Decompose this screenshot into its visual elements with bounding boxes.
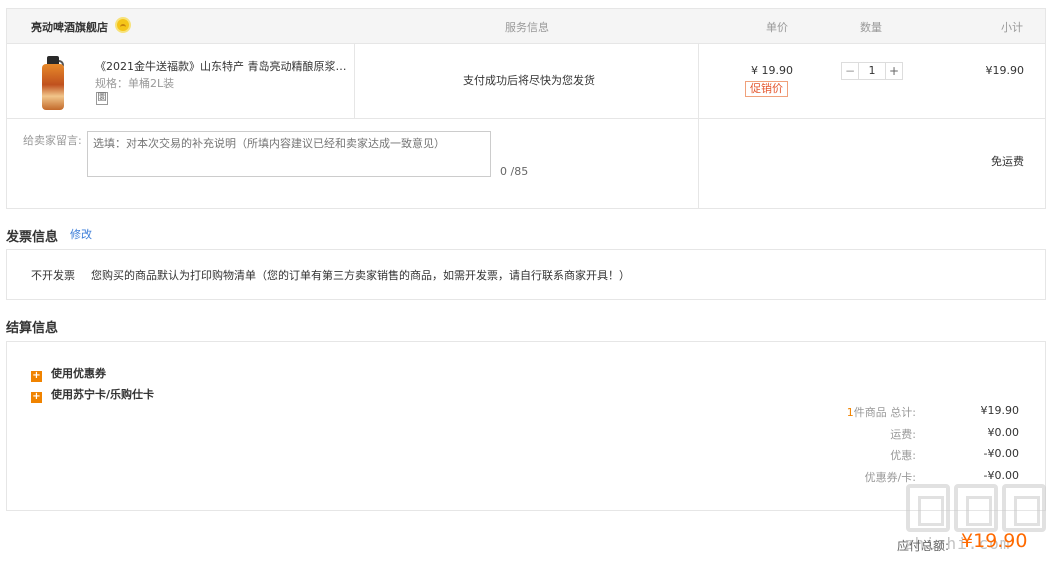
expand-plus-icon: + — [31, 391, 42, 403]
item-count: 1 — [846, 406, 854, 419]
quantity-stepper: − 1 + — [841, 62, 903, 80]
qty-increase-button[interactable]: + — [885, 62, 903, 80]
use-card-option[interactable]: + 使用苏宁卡/乐购仕卡 — [31, 386, 154, 403]
unit-price: ¥ 19.90 — [751, 64, 793, 77]
use-coupon-label: 使用优惠券 — [51, 367, 106, 380]
col-price-header: 单价 — [766, 21, 788, 34]
product-spec: 规格：单桶2L装 — [95, 77, 175, 90]
expand-plus-icon: + — [31, 370, 42, 382]
item-count-label: 件商品 总计: — [853, 406, 916, 419]
invoice-edit-link[interactable]: 修改 — [70, 226, 92, 242]
product-title[interactable]: 《2021金牛送福款》山东特产 青岛亮动精酿原浆啤... — [95, 58, 353, 74]
col-service-header: 服务信息 — [505, 21, 549, 34]
coupon-card-label: 优惠券/卡: — [864, 471, 916, 484]
product-keg-body — [42, 64, 64, 110]
goods-total-value: ¥19.90 — [980, 404, 1020, 417]
watermark-glyph — [906, 484, 950, 532]
service-info: 支付成功后将尽快为您发货 — [463, 74, 595, 87]
service-tag-icon: 圜 — [96, 92, 108, 105]
store-badge-icon — [115, 17, 131, 33]
use-coupon-option[interactable]: + 使用优惠券 — [31, 365, 106, 382]
column-divider — [354, 44, 355, 118]
discount-value: -¥0.00 — [983, 447, 1019, 460]
seller-message-label: 给卖家留言: — [23, 134, 82, 147]
col-subtotal-header: 小计 — [1001, 21, 1023, 34]
seller-message-row: 给卖家留言: 0 /85 免运费 — [6, 119, 1046, 209]
watermark-glyph — [954, 484, 998, 532]
column-divider — [698, 119, 699, 208]
invoice-type: 不开发票 — [31, 269, 75, 282]
payable-total-value: ¥19.90 — [961, 530, 1028, 552]
order-item-row: 《2021金牛送福款》山东特产 青岛亮动精酿原浆啤... 规格：单桶2L装 圜 … — [6, 44, 1046, 119]
invoice-description: 您购买的商品默认为打印购物清单（您的订单有第三方卖家销售的商品，如需开发票，请自… — [91, 269, 630, 282]
invoice-section-title: 发票信息 — [6, 230, 59, 245]
qty-input[interactable]: 1 — [859, 62, 885, 80]
use-card-label: 使用苏宁卡/乐购仕卡 — [51, 388, 155, 401]
qty-decrease-button[interactable]: − — [841, 62, 859, 80]
product-image[interactable] — [38, 56, 66, 112]
message-char-counter: 0 /85 — [500, 165, 529, 178]
shipping-label: 运费: — [890, 428, 916, 441]
promo-price-badge: 促销价 — [745, 81, 788, 97]
item-subtotal: ¥19.90 — [985, 64, 1025, 77]
col-qty-header: 数量 — [860, 21, 882, 34]
store-name[interactable]: 亮动啤酒旗舰店 — [31, 19, 108, 35]
invoice-info-box: 不开发票 您购买的商品默认为打印购物清单（您的订单有第三方卖家销售的商品，如需开… — [6, 249, 1046, 300]
order-table-header: 亮动啤酒旗舰店 服务信息 单价 数量 小计 — [6, 8, 1046, 44]
shipping-fee-status: 免运费 — [991, 155, 1024, 168]
item-count-total-label: 1件商品 总计: — [847, 404, 916, 420]
settlement-info-box: + 使用优惠券 + 使用苏宁卡/乐购仕卡 1件商品 总计: ¥19.90 运费: ¥… — [6, 341, 1046, 511]
discount-label: 优惠: — [890, 449, 916, 462]
settlement-section-title: 结算信息 — [6, 321, 59, 336]
payable-total-label: 应付总额: — [897, 539, 950, 553]
seller-message-input[interactable] — [87, 131, 491, 177]
shipping-value: ¥0.00 — [987, 426, 1020, 439]
watermark-glyph — [1002, 484, 1046, 532]
column-divider — [698, 44, 699, 118]
coupon-card-value: -¥0.00 — [983, 469, 1019, 482]
